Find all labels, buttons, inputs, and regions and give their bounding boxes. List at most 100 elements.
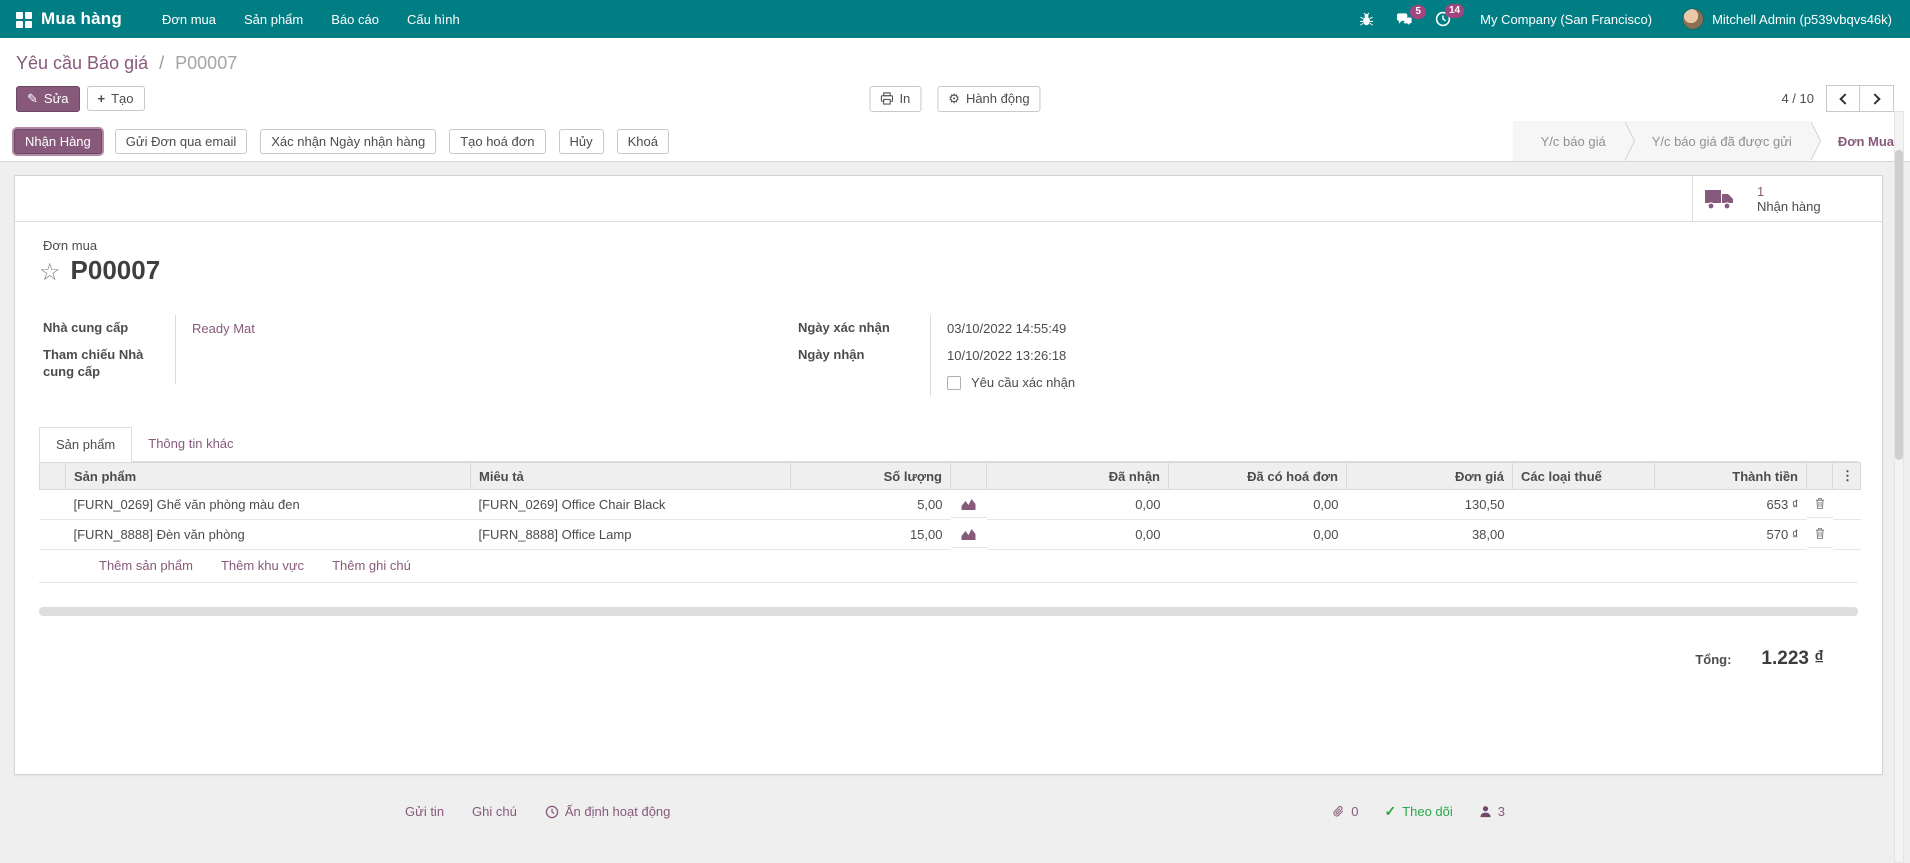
user-avatar [1682,8,1704,30]
confirm-receipt-date-button[interactable]: Xác nhận Ngày nhận hàng [260,129,436,154]
edit-button[interactable]: ✎ Sửa [16,86,80,112]
chevron-left-icon [1839,93,1850,104]
delete-row-icon[interactable] [1815,527,1825,540]
col-product[interactable]: Sản phẩm [66,463,471,490]
col-subtotal[interactable]: Thành tiền [1655,463,1807,490]
vendor-reference-label: Tham chiếu Nhà cung cấp [39,342,175,384]
total-label: Tổng: [1695,652,1731,667]
breadcrumb-current: P00007 [175,53,237,73]
follow-button[interactable]: ✓ Theo dõi [1384,803,1452,820]
menu-configuration[interactable]: Cấu hình [393,0,474,38]
pager-next-button[interactable] [1860,85,1894,112]
messages-badge: 5 [1410,5,1426,19]
col-unit-price[interactable]: Đơn giá [1347,463,1513,490]
create-bill-button[interactable]: Tạo hoá đơn [449,129,545,154]
receipt-date-value: 10/10/2022 13:26:18 [930,342,1354,369]
order-total: Tổng: 1.223 ₫ [39,648,1858,670]
activities-badge: 14 [1445,4,1464,18]
paperclip-icon [1332,805,1345,819]
check-icon: ✓ [1384,803,1396,820]
chatter-topbar: Gửi tin Ghi chú Ấn định hoạt động 0 ✓ Th… [405,803,1505,820]
receipt-label: Nhận hàng [1757,199,1821,214]
messages-icon[interactable]: 5 [1387,6,1422,33]
pager-previous-button[interactable] [1826,85,1860,112]
page-title: P00007 [71,255,161,285]
attachments-button[interactable]: 0 [1332,804,1358,819]
breadcrumb-parent[interactable]: Yêu cầu Báo giá [16,53,148,73]
breadcrumb-separator: / [153,53,170,73]
company-switcher[interactable]: My Company (San Francisco) [1464,12,1668,27]
forecast-chart-icon[interactable] [961,528,976,540]
order-line-row[interactable]: [FURN_0269] Ghế văn phòng màu đen [FURN_… [40,490,1861,520]
delete-row-icon[interactable] [1815,497,1825,510]
order-line-row[interactable]: [FURN_8888] Đèn văn phòng [FURN_8888] Of… [40,520,1861,550]
cell-received: 0,00 [987,520,1169,550]
forecast-chart-icon[interactable] [961,498,976,510]
main-content: 1 Nhận hàng Đơn mua ☆ P00007 Nhà cung cấ… [0,175,1910,820]
table-header-row: Sản phẩm Miêu tả Số lượng Đã nhận Đã có … [40,463,1861,490]
col-taxes[interactable]: Các loại thuế [1513,463,1655,490]
menu-products[interactable]: Sản phẩm [230,0,317,38]
col-received[interactable]: Đã nhận [987,463,1169,490]
create-button[interactable]: + Tạo [87,86,145,111]
cell-subtotal: 570 ₫ [1655,520,1807,550]
log-note-button[interactable]: Ghi chú [472,804,517,819]
favorite-star-icon[interactable]: ☆ [39,261,61,285]
horizontal-scrollbar[interactable] [39,607,1858,616]
cell-description: [FURN_0269] Office Chair Black [471,490,791,520]
smart-button-box: 1 Nhận hàng [15,176,1882,222]
send-by-email-button[interactable]: Gửi Đơn qua email [115,129,247,154]
pager-count: 4 / 10 [1781,91,1814,106]
cell-billed: 0,00 [1169,520,1347,550]
cancel-button[interactable]: Hủy [559,129,604,154]
col-billed[interactable]: Đã có hoá đơn [1169,463,1347,490]
order-lines-table: Sản phẩm Miêu tả Số lượng Đã nhận Đã có … [39,462,1861,550]
person-icon [1479,805,1492,818]
app-name[interactable]: Mua hàng [41,9,122,29]
add-product-link[interactable]: Thêm sản phẩm [99,558,193,573]
action-button-label: Hành động [966,91,1030,106]
navbar-systray: 5 14 My Company (San Francisco) Mitchell… [1350,5,1902,33]
add-section-link[interactable]: Thêm khu vực [221,558,304,573]
lock-button[interactable]: Khoá [617,129,669,154]
status-step-rfq-sent[interactable]: Y/c báo giá đã được gửi [1624,121,1810,161]
scrollbar-thumb[interactable] [1895,150,1903,460]
follow-label: Theo dõi [1402,804,1453,819]
tab-other-info[interactable]: Thông tin khác [132,427,249,462]
col-description[interactable]: Miêu tả [471,463,791,490]
apps-menu-icon[interactable] [16,12,31,27]
handle-column-header [40,463,66,490]
vendor-value[interactable]: Ready Mat [175,315,794,342]
vertical-scrollbar[interactable] [1894,111,1904,863]
followers-button[interactable]: 3 [1479,804,1505,819]
confirm-date-value: 03/10/2022 14:55:49 [930,315,1354,342]
receive-products-button[interactable]: Nhận Hàng [14,129,102,154]
user-name: Mitchell Admin (p539vbqvs46k) [1712,12,1892,27]
activities-clock-icon[interactable]: 14 [1426,5,1460,33]
cell-description: [FURN_8888] Office Lamp [471,520,791,550]
form-statusbar: Nhận Hàng Gửi Đơn qua email Xác nhận Ngà… [0,121,1910,162]
optional-columns-toggle-icon[interactable]: ⋮ [1833,463,1861,490]
print-button-label: In [899,91,910,106]
debug-bug-icon[interactable] [1350,6,1383,33]
ask-confirmation-checkbox[interactable] [947,376,961,390]
schedule-activity-button[interactable]: Ấn định hoạt động [545,804,671,819]
control-panel: Yêu cầu Báo giá / P00007 ✎ Sửa + Tạo In … [0,38,1910,121]
receipt-smart-button[interactable]: 1 Nhận hàng [1692,176,1882,221]
schedule-activity-label: Ấn định hoạt động [565,804,671,819]
status-step-rfq[interactable]: Y/c báo giá [1513,121,1624,161]
menu-orders[interactable]: Đơn mua [148,0,230,38]
clock-icon [545,805,559,819]
print-button[interactable]: In [869,86,921,112]
send-message-button[interactable]: Gửi tin [405,804,444,819]
add-note-link[interactable]: Thêm ghi chú [332,558,411,573]
breadcrumb: Yêu cầu Báo giá / P00007 [0,38,1910,78]
attachments-count: 0 [1351,804,1358,819]
col-quantity[interactable]: Số lượng [791,463,951,490]
cell-unit-price: 130,50 [1347,490,1513,520]
user-menu[interactable]: Mitchell Admin (p539vbqvs46k) [1672,8,1902,30]
action-button[interactable]: ⚙ Hành động [937,86,1040,112]
tab-products[interactable]: Sản phẩm [39,427,132,462]
menu-reporting[interactable]: Báo cáo [317,0,393,38]
vendor-reference-value[interactable] [175,342,794,384]
